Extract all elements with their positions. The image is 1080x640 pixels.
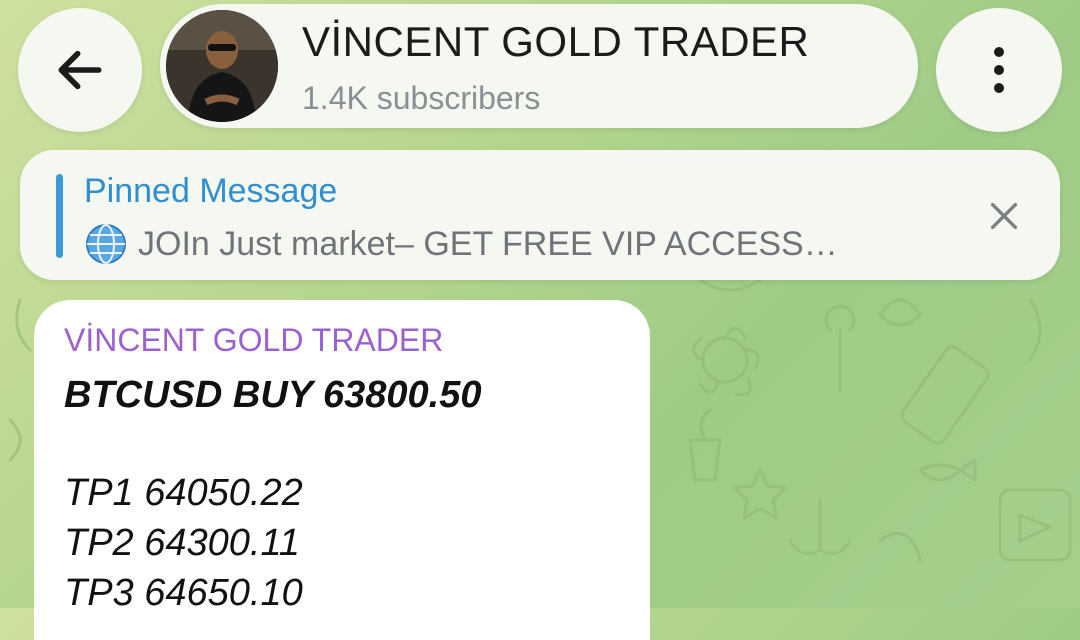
pinned-title: Pinned Message	[84, 172, 338, 210]
message-bubble[interactable]: VİNCENT GOLD TRADER BTCUSD BUY 63800.50 …	[34, 300, 650, 640]
pinned-accent-bar	[56, 174, 63, 258]
pinned-message-bar[interactable]: Pinned Message JOIn Just market– GET FRE…	[20, 150, 1060, 280]
close-icon	[990, 202, 1018, 230]
more-vertical-icon	[994, 47, 1004, 93]
message-tp3: TP3 64650.10	[64, 572, 303, 614]
message-tp1: TP1 64050.22	[64, 472, 303, 514]
channel-header[interactable]: VİNCENT GOLD TRADER 1.4K subscribers	[160, 4, 918, 128]
close-pinned-button[interactable]	[982, 194, 1026, 238]
message-tp2: TP2 64300.11	[64, 522, 300, 564]
message-sender: VİNCENT GOLD TRADER	[64, 322, 444, 358]
subscriber-count: 1.4K subscribers	[302, 80, 541, 116]
channel-avatar[interactable]	[166, 10, 278, 122]
more-options-button[interactable]	[936, 8, 1062, 132]
globe-icon	[86, 224, 126, 264]
channel-title: VİNCENT GOLD TRADER	[302, 18, 810, 65]
message-headline: BTCUSD BUY 63800.50	[64, 374, 482, 416]
avatar-image	[166, 10, 278, 122]
back-button[interactable]	[18, 8, 142, 132]
pinned-text: JOIn Just market– GET FREE VIP ACCESS…	[138, 224, 838, 263]
arrow-left-icon	[58, 50, 102, 90]
pinned-preview: JOIn Just market– GET FREE VIP ACCESS…	[84, 222, 838, 266]
